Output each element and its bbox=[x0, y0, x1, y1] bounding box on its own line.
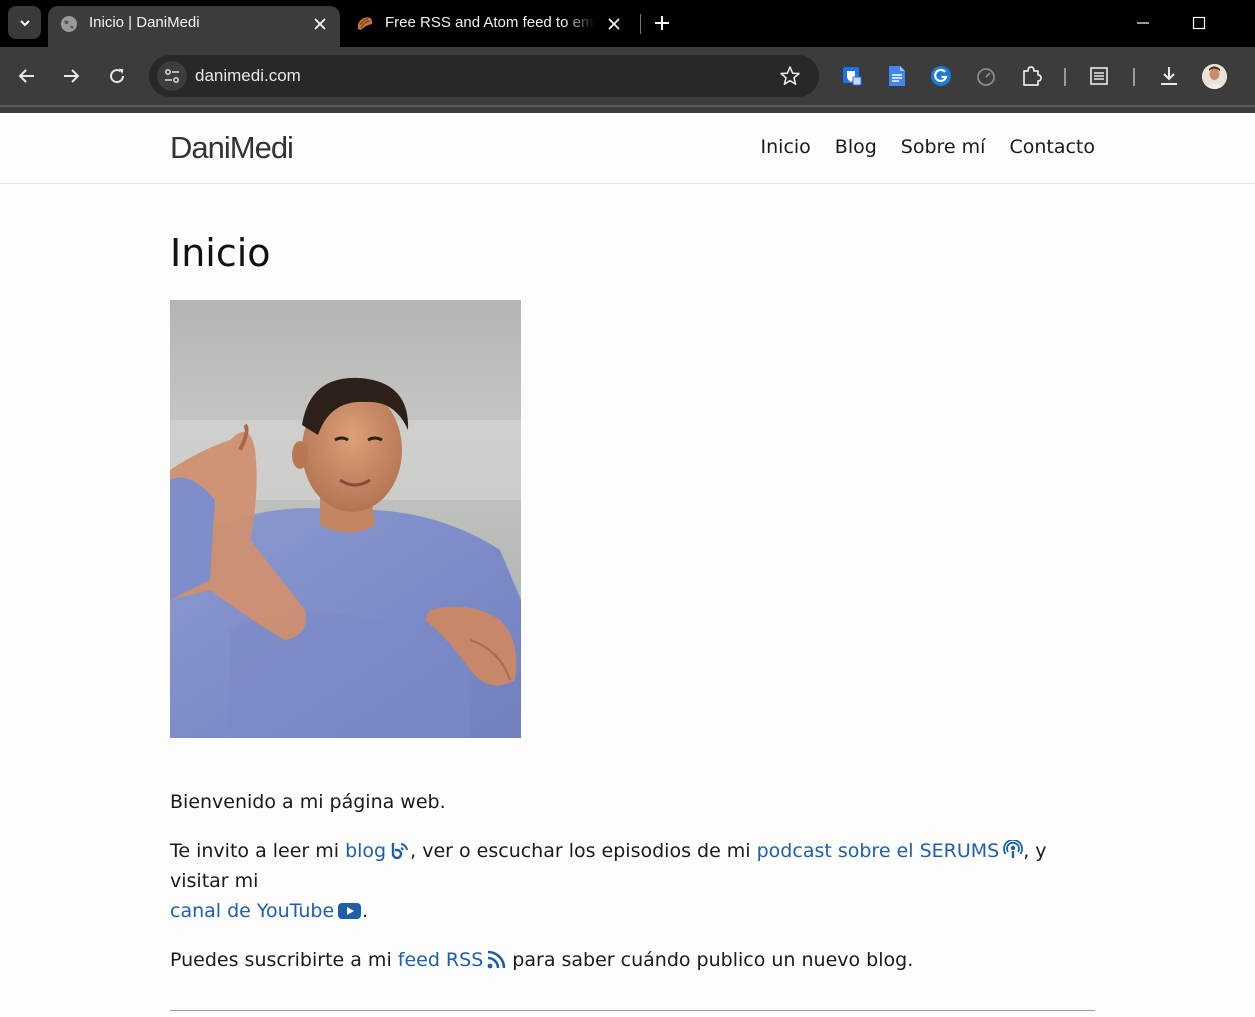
reload-icon bbox=[110, 68, 125, 84]
welcome-text: Bienvenido a mi página web. bbox=[170, 787, 1095, 817]
site-brand[interactable]: DaniMedi bbox=[170, 130, 294, 166]
site-header: DaniMedi Inicio Blog Sobre mí Contacto bbox=[0, 113, 1255, 184]
browser-tab-bar: Inicio | DaniMedi Free RSS and Atom feed… bbox=[0, 0, 1255, 47]
welcome-sentence: Bienvenido a mi página web. bbox=[170, 791, 446, 813]
back-button[interactable] bbox=[12, 61, 42, 91]
podcast-link[interactable]: podcast sobre el SERUMS bbox=[757, 840, 1024, 862]
invite-text: , ver o escuchar los episodios de mi bbox=[410, 840, 757, 862]
puzzle-icon[interactable] bbox=[1019, 64, 1043, 88]
tune-icon bbox=[165, 69, 179, 83]
tab-inicio[interactable]: Inicio | DaniMedi bbox=[48, 6, 340, 47]
web-page: DaniMedi Inicio Blog Sobre mí Contacto I… bbox=[0, 113, 1255, 1017]
maximize-button[interactable] bbox=[1184, 8, 1214, 38]
nav-item-blog[interactable]: Blog bbox=[835, 136, 877, 158]
tab-title: Inicio | DaniMedi bbox=[89, 14, 200, 31]
bread-icon bbox=[357, 17, 372, 30]
feed-rss-link[interactable]: feed RSS bbox=[398, 949, 507, 971]
reload-button[interactable] bbox=[102, 61, 132, 91]
nav-item-sobre-mi[interactable]: Sobre mí bbox=[901, 136, 986, 158]
new-tab-button[interactable] bbox=[650, 10, 674, 36]
tab-rss-email[interactable]: Free RSS and Atom feed to email bbox=[344, 6, 634, 47]
bookmark-star-icon[interactable] bbox=[779, 65, 801, 87]
blog-icon bbox=[391, 843, 409, 860]
feed-text: para saber cuándo publico un nuevo blog. bbox=[506, 949, 914, 971]
profile-photo bbox=[170, 300, 521, 738]
minimize-button[interactable] bbox=[1128, 8, 1158, 38]
blog-link-label[interactable]: blog bbox=[345, 840, 386, 862]
tab-title: Free RSS and Atom feed to email bbox=[385, 14, 595, 31]
download-icon[interactable] bbox=[1157, 64, 1181, 88]
shield-extension-icon[interactable] bbox=[840, 64, 864, 88]
arrow-right-icon bbox=[64, 69, 80, 83]
feed-link-label[interactable]: feed RSS bbox=[398, 949, 484, 971]
timer-extension-icon[interactable] bbox=[974, 64, 998, 88]
minimize-icon bbox=[1137, 22, 1149, 24]
arrow-left-icon bbox=[18, 69, 34, 83]
invite-text: Te invito a leer mi bbox=[170, 840, 346, 862]
plus-icon bbox=[655, 16, 669, 30]
toolbar-divider bbox=[1064, 68, 1066, 86]
grammarly-icon[interactable] bbox=[929, 64, 953, 88]
toolbar-bottom-border bbox=[0, 105, 1255, 113]
toolbar-divider bbox=[1133, 68, 1135, 86]
rss-icon bbox=[487, 950, 506, 969]
chevron-down-icon bbox=[19, 19, 30, 26]
tab-divider bbox=[640, 14, 641, 34]
globe-icon bbox=[61, 16, 77, 32]
docs-extension-icon[interactable] bbox=[885, 64, 909, 88]
site-nav: Inicio Blog Sobre mí Contacto bbox=[761, 136, 1095, 158]
main-content: Bienvenido a mi página web. Te invito a … bbox=[170, 787, 1095, 994]
profile-avatar[interactable] bbox=[1202, 64, 1227, 89]
url-text[interactable]: danimedi.com bbox=[195, 66, 301, 86]
tab-search-button[interactable] bbox=[8, 6, 41, 39]
maximize-icon bbox=[1192, 16, 1206, 30]
nav-item-contacto[interactable]: Contacto bbox=[1009, 136, 1095, 158]
forward-button[interactable] bbox=[56, 61, 86, 91]
reading-list-icon[interactable] bbox=[1087, 64, 1111, 88]
youtube-link-label[interactable]: canal de YouTube bbox=[170, 900, 334, 922]
invite-text: . bbox=[362, 900, 369, 922]
close-tab-icon[interactable] bbox=[310, 14, 330, 34]
close-tab-icon[interactable] bbox=[604, 14, 624, 34]
nav-item-inicio[interactable]: Inicio bbox=[761, 136, 811, 158]
youtube-icon bbox=[338, 903, 362, 919]
blog-link[interactable]: blog bbox=[345, 840, 410, 862]
horizontal-divider bbox=[170, 1010, 1095, 1011]
feed-text: Puedes suscribirte a mi bbox=[170, 949, 398, 971]
youtube-link[interactable]: canal de YouTube bbox=[170, 900, 362, 922]
site-settings-button[interactable] bbox=[157, 61, 187, 91]
browser-toolbar: danimedi.com bbox=[0, 47, 1255, 105]
invite-paragraph: Te invito a leer mi blog , ver o escuchar… bbox=[170, 836, 1095, 926]
address-bar[interactable]: danimedi.com bbox=[149, 55, 819, 97]
feed-paragraph: Puedes suscribirte a mi feed RSS para sa… bbox=[170, 945, 1095, 975]
podcast-link-label[interactable]: podcast sobre el SERUMS bbox=[757, 840, 1000, 862]
page-title: Inicio bbox=[170, 231, 271, 275]
podcast-icon bbox=[1003, 840, 1024, 858]
